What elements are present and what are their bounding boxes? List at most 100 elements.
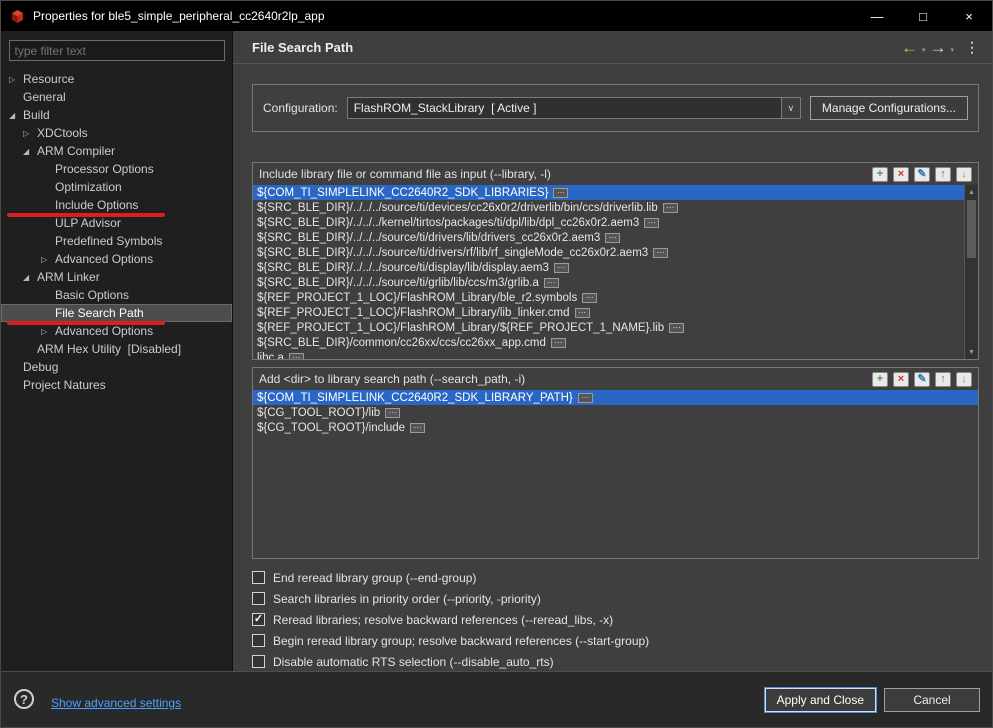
manage-configurations-button[interactable]: Manage Configurations... xyxy=(809,96,968,120)
sidebar-item-predefined-symbols[interactable]: Predefined Symbols xyxy=(1,232,232,250)
edit-icon[interactable]: ✎ xyxy=(914,166,930,182)
help-button[interactable]: ? xyxy=(14,689,34,709)
cancel-button[interactable]: Cancel xyxy=(884,688,980,712)
expanded-twistie-icon[interactable]: ◢ xyxy=(23,273,37,282)
list-item[interactable]: ${SRC_BLE_DIR}/../../../source/ti/driver… xyxy=(253,230,964,245)
filter-input[interactable] xyxy=(8,40,225,61)
variable-browse-icon[interactable]: ··· xyxy=(553,187,569,198)
sidebar-item-build[interactable]: ◢ Build xyxy=(1,106,232,124)
back-history-chevron-icon[interactable]: ▾ xyxy=(922,46,926,54)
add-icon[interactable]: + xyxy=(872,371,888,387)
forward-icon[interactable]: → xyxy=(929,39,946,56)
minimize-button[interactable]: — xyxy=(854,1,900,31)
library-group-header: Include library file or command file as … xyxy=(253,163,978,185)
list-item[interactable]: ${SRC_BLE_DIR}/../../../source/ti/displa… xyxy=(253,260,964,275)
sidebar-item-debug[interactable]: Debug xyxy=(1,358,232,376)
checkbox-unchecked[interactable] xyxy=(252,655,265,668)
list-item[interactable]: ${SRC_BLE_DIR}/../../../source/ti/driver… xyxy=(253,245,964,260)
delete-icon[interactable]: × xyxy=(893,371,909,387)
variable-browse-icon[interactable]: ··· xyxy=(662,202,678,213)
scrollbar-thumb[interactable] xyxy=(967,200,976,258)
sidebar-item-general[interactable]: General xyxy=(1,88,232,106)
collapsed-twistie-icon[interactable]: ▷ xyxy=(23,129,37,138)
list-item[interactable]: ${CG_TOOL_ROOT}/include ··· xyxy=(253,420,978,435)
checkbox-unchecked[interactable] xyxy=(252,634,265,647)
variable-browse-icon[interactable]: ··· xyxy=(577,392,593,403)
move-down-icon[interactable]: ↓ xyxy=(956,166,972,182)
close-button[interactable]: × xyxy=(946,1,992,31)
list-item[interactable]: ${SRC_BLE_DIR}/../../../source/ti/device… xyxy=(253,200,964,215)
list-item-text: ${REF_PROJECT_1_LOC}/FlashROM_Library/li… xyxy=(257,306,570,319)
variable-browse-icon[interactable]: ··· xyxy=(288,352,304,359)
list-item[interactable]: ${COM_TI_SIMPLELINK_CC2640R2_SDK_LIBRARY… xyxy=(253,390,978,405)
forward-history-chevron-icon[interactable]: ▾ xyxy=(950,46,954,54)
variable-browse-icon[interactable]: ··· xyxy=(605,232,621,243)
sidebar-item-basic-options[interactable]: Basic Options xyxy=(1,286,232,304)
list-item-text: ${COM_TI_SIMPLELINK_CC2640R2_SDK_LIBRARY… xyxy=(257,391,573,404)
list-item[interactable]: ${REF_PROJECT_1_LOC}/FlashROM_Library/${… xyxy=(253,320,964,335)
search-path-list: ${COM_TI_SIMPLELINK_CC2640R2_SDK_LIBRARY… xyxy=(253,390,978,558)
list-item-text: ${SRC_BLE_DIR}/../../../source/ti/driver… xyxy=(257,231,601,244)
list-item[interactable]: ${REF_PROJECT_1_LOC}/FlashROM_Library/li… xyxy=(253,305,964,320)
sidebar-item-resource[interactable]: ▷ Resource xyxy=(1,70,232,88)
sidebar-item-xdctools[interactable]: ▷ XDCtools xyxy=(1,124,232,142)
list-item-text: ${CG_TOOL_ROOT}/lib xyxy=(257,406,381,419)
scroll-up-icon[interactable]: ▲ xyxy=(965,185,978,199)
list-item[interactable]: libc.a ··· xyxy=(253,350,964,359)
sidebar-item-file-search-path[interactable]: File Search Path xyxy=(1,304,232,325)
sidebar-item-label: File Search Path xyxy=(55,306,144,320)
collapsed-twistie-icon[interactable]: ▷ xyxy=(41,327,55,336)
sidebar-item-arm-compiler[interactable]: ◢ ARM Compiler xyxy=(1,142,232,160)
sidebar-item-advanced-options[interactable]: ▷ Advanced Options xyxy=(1,250,232,268)
variable-browse-icon[interactable]: ··· xyxy=(385,407,401,418)
variable-browse-icon[interactable]: ··· xyxy=(550,337,566,348)
expanded-twistie-icon[interactable]: ◢ xyxy=(9,111,23,120)
library-list-scrollbar[interactable]: ▲ ▼ xyxy=(964,185,978,359)
titlebar[interactable]: Properties for ble5_simple_peripheral_cc… xyxy=(1,1,992,31)
sidebar-item-arm-linker[interactable]: ◢ ARM Linker xyxy=(1,268,232,286)
expanded-twistie-icon[interactable]: ◢ xyxy=(23,147,37,156)
back-icon[interactable]: ← xyxy=(901,39,918,56)
collapsed-twistie-icon[interactable]: ▷ xyxy=(9,75,23,84)
sidebar-item-include-options[interactable]: Include Options xyxy=(1,196,232,217)
add-icon[interactable]: + xyxy=(872,166,888,182)
variable-browse-icon[interactable]: ··· xyxy=(582,292,598,303)
scroll-down-icon[interactable]: ▼ xyxy=(965,345,978,359)
checkbox-checked[interactable]: ✓ xyxy=(252,613,265,626)
maximize-button[interactable]: □ xyxy=(900,1,946,31)
collapsed-twistie-icon[interactable]: ▷ xyxy=(41,255,55,264)
variable-browse-icon[interactable]: ··· xyxy=(653,247,669,258)
checkbox-unchecked[interactable] xyxy=(252,571,265,584)
variable-browse-icon[interactable]: ··· xyxy=(543,277,559,288)
edit-icon[interactable]: ✎ xyxy=(914,371,930,387)
variable-browse-icon[interactable]: ··· xyxy=(553,262,569,273)
list-item-text: ${SRC_BLE_DIR}/../../../source/ti/device… xyxy=(257,201,658,214)
sidebar-item-arm-hex-utility-disabled[interactable]: ARM Hex Utility [Disabled] xyxy=(1,340,232,358)
sidebar-item-label: Resource xyxy=(23,72,75,86)
move-down-icon[interactable]: ↓ xyxy=(956,371,972,387)
configuration-dropdown[interactable]: FlashROM_StackLibrary [ Active ] ∨ xyxy=(346,97,801,119)
move-up-icon[interactable]: ↑ xyxy=(935,166,951,182)
window-controls: — □ × xyxy=(854,1,992,31)
apply-and-close-button[interactable]: Apply and Close xyxy=(764,688,876,712)
list-item[interactable]: ${SRC_BLE_DIR}/../../../source/ti/grlib/… xyxy=(253,275,964,290)
delete-icon[interactable]: × xyxy=(893,166,909,182)
library-group-title: Include library file or command file as … xyxy=(259,167,551,181)
variable-browse-icon[interactable]: ··· xyxy=(574,307,590,318)
checkbox-unchecked[interactable] xyxy=(252,592,265,605)
variable-browse-icon[interactable]: ··· xyxy=(669,322,685,333)
variable-browse-icon[interactable]: ··· xyxy=(644,217,660,228)
list-item[interactable]: ${REF_PROJECT_1_LOC}/FlashROM_Library/bl… xyxy=(253,290,964,305)
list-item[interactable]: ${COM_TI_SIMPLELINK_CC2640R2_SDK_LIBRARI… xyxy=(253,185,964,200)
view-menu-icon[interactable]: ⋮ xyxy=(965,39,979,56)
show-advanced-settings-link[interactable]: Show advanced settings xyxy=(51,696,181,710)
list-item[interactable]: ${SRC_BLE_DIR}/common/cc26xx/ccs/cc26xx_… xyxy=(253,335,964,350)
list-item[interactable]: ${CG_TOOL_ROOT}/lib ··· xyxy=(253,405,978,420)
sidebar-item-processor-options[interactable]: Processor Options xyxy=(1,160,232,178)
dropdown-chevron-icon[interactable]: ∨ xyxy=(780,98,800,118)
move-up-icon[interactable]: ↑ xyxy=(935,371,951,387)
sidebar-item-optimization[interactable]: Optimization xyxy=(1,178,232,196)
variable-browse-icon[interactable]: ··· xyxy=(410,422,426,433)
sidebar-item-project-natures[interactable]: Project Natures xyxy=(1,376,232,394)
list-item[interactable]: ${SRC_BLE_DIR}/../../../kernel/tirtos/pa… xyxy=(253,215,964,230)
